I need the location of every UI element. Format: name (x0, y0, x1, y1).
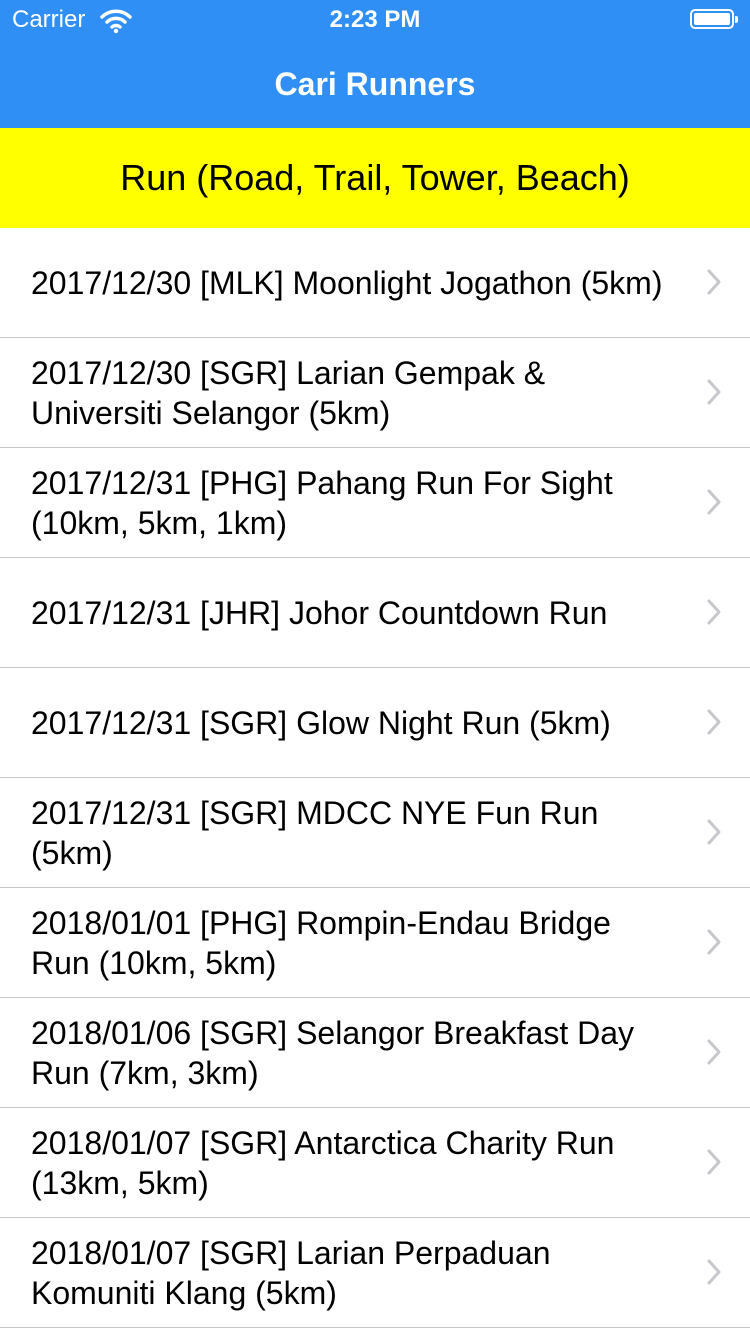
status-time: 2:23 PM (329, 6, 421, 33)
chevron-right-icon (707, 819, 721, 845)
event-row[interactable]: 2017/12/30 [SGR] Larian Gempak & Univers… (0, 338, 750, 448)
event-label: 2017/12/30 [MLK] Moonlight Jogathon (5km… (31, 264, 663, 301)
event-label: 2018/01/06 [SGR] Selangor Breakfast Day … (31, 1014, 635, 1091)
status-bar: Carrier 2:23 PM (0, 0, 750, 40)
navigation-bar: Carrier 2:23 PM Cari Runners (0, 0, 750, 128)
event-list: 2017/12/30 [MLK] Moonlight Jogathon (5km… (0, 228, 750, 1328)
chevron-right-icon (707, 709, 721, 735)
event-label: 2017/12/31 [PHG] Pahang Run For Sight (1… (31, 464, 613, 541)
event-row[interactable]: 2018/01/07 [SGR] Antarctica Charity Run … (0, 1108, 750, 1218)
chevron-right-icon (707, 1259, 721, 1285)
event-row[interactable]: 2018/01/06 [SGR] Selangor Breakfast Day … (0, 998, 750, 1108)
section-header: Run (Road, Trail, Tower, Beach) (0, 128, 750, 228)
event-row[interactable]: 2017/12/31 [SGR] Glow Night Run (5km) (0, 668, 750, 778)
chevron-right-icon (707, 379, 721, 405)
event-row[interactable]: 2018/01/07 [SGR] Larian Perpaduan Komuni… (0, 1218, 750, 1328)
event-row[interactable]: 2018/01/01 [PHG] Rompin-Endau Bridge Run… (0, 888, 750, 998)
chevron-right-icon (707, 1039, 721, 1065)
event-row[interactable]: 2017/12/30 [MLK] Moonlight Jogathon (5km… (0, 228, 750, 338)
event-row[interactable]: 2017/12/31 [SGR] MDCC NYE Fun Run (5km) (0, 778, 750, 888)
event-label: 2018/01/07 [SGR] Larian Perpaduan Komuni… (31, 1234, 551, 1311)
chevron-right-icon (707, 929, 721, 955)
event-row[interactable]: 2017/12/31 [JHR] Johor Countdown Run (0, 558, 750, 668)
page-title: Cari Runners (274, 66, 476, 102)
event-label: 2017/12/30 [SGR] Larian Gempak & Univers… (31, 354, 546, 431)
event-label: 2017/12/31 [SGR] MDCC NYE Fun Run (5km) (31, 794, 599, 871)
chevron-right-icon (707, 1149, 721, 1175)
chevron-right-icon (707, 269, 721, 295)
event-label: 2017/12/31 [JHR] Johor Countdown Run (31, 594, 608, 631)
event-row[interactable]: 2017/12/31 [PHG] Pahang Run For Sight (1… (0, 448, 750, 558)
chevron-right-icon (707, 599, 721, 625)
event-label: 2018/01/07 [SGR] Antarctica Charity Run … (31, 1124, 615, 1201)
event-label: 2018/01/01 [PHG] Rompin-Endau Bridge Run… (31, 904, 611, 981)
battery-icon (690, 9, 738, 29)
event-label: 2017/12/31 [SGR] Glow Night Run (5km) (31, 704, 611, 741)
chevron-right-icon (707, 489, 721, 515)
